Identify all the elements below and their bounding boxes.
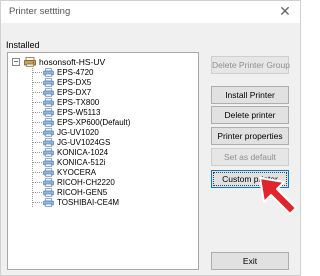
printer-icon (43, 147, 54, 157)
tree-item-printer[interactable]: EPS-W5113 (32, 107, 100, 117)
installed-label: Installed (6, 40, 40, 50)
printer-label: EPS-4720 (57, 67, 94, 77)
printer-label: KONICA-1024 (57, 147, 109, 157)
tree-item-printer[interactable]: EPS-4720 (32, 67, 93, 77)
printer-label: RICOH-GEN5 (57, 187, 108, 197)
printer-label: EPS-XP600(Default) (57, 117, 131, 127)
tree-item-printer[interactable]: TOSHIBAI-CE4M (32, 197, 119, 207)
printer-icon (43, 187, 54, 197)
printer-label: KONICA-512i (57, 157, 106, 167)
printer-icon (43, 137, 54, 147)
printer-tree[interactable]: − hosonsoft-HS-UV EPS-4720 EPS-DX5 EPS-D… (7, 52, 199, 270)
tree-item-printer[interactable]: JG-UV1024GS (32, 137, 110, 147)
printer-label: KYOCERA (57, 167, 97, 177)
tree-item-printer[interactable]: RICOH-CH2220 (32, 177, 115, 187)
printer-label: EPS-DX5 (57, 77, 92, 87)
printer-label: JG-UV1024GS (57, 137, 111, 147)
tree-item-printer[interactable]: RICOH-GEN5 (32, 187, 107, 197)
printer-icon (43, 127, 54, 137)
printer-label: EPS-TX800 (57, 97, 100, 107)
printer-icon (43, 77, 54, 87)
tree-item-printer[interactable]: KYOCERA (32, 167, 96, 177)
printer-icon (43, 197, 54, 207)
tree-root-printer-group[interactable]: − hosonsoft-HS-UV (12, 57, 105, 67)
printer-icon (43, 67, 54, 77)
printer-icon (43, 117, 54, 127)
printer-label: EPS-W5113 (57, 107, 101, 117)
tree-item-printer[interactable]: KONICA-512i (32, 157, 105, 167)
set-as-default-button[interactable]: Set as default (211, 148, 289, 166)
close-icon[interactable]: ✕ (276, 3, 294, 21)
collapse-icon[interactable]: − (12, 58, 20, 66)
printer-group-icon (24, 57, 36, 67)
tree-item-printer[interactable]: EPS-DX5 (32, 77, 91, 87)
printer-icon (43, 97, 54, 107)
delete-printer-group-button[interactable]: Delete Printer Group (211, 56, 290, 74)
printer-icon (43, 87, 54, 97)
printer-icon (43, 107, 54, 117)
printer-label: RICOH-CH2220 (57, 177, 115, 187)
window-title: Printer settting (9, 6, 71, 17)
install-printer-button[interactable]: Install Printer (211, 86, 289, 104)
printer-icon (43, 177, 54, 187)
tree-item-printer[interactable]: JG-UV1020 (32, 127, 99, 137)
printer-label: EPS-DX7 (57, 87, 92, 97)
tree-item-printer[interactable]: EPS-TX800 (32, 97, 99, 107)
printer-properties-button[interactable]: Printer properties (211, 127, 289, 145)
title-bar: Printer settting ✕ (1, 1, 300, 23)
tree-item-printer[interactable]: EPS-XP600(Default) (32, 117, 130, 127)
exit-button[interactable]: Exit (211, 252, 289, 270)
printer-label: JG-UV1020 (57, 127, 99, 137)
printer-icon (43, 167, 54, 177)
red-arrow-icon (259, 177, 297, 215)
tree-item-printer[interactable]: EPS-DX7 (32, 87, 91, 97)
delete-printer-button[interactable]: Delete printer (211, 106, 289, 124)
printer-icon (43, 157, 54, 167)
printer-label: TOSHIBAI-CE4M (57, 197, 120, 207)
tree-root-label: hosonsoft-HS-UV (39, 57, 106, 67)
tree-item-printer[interactable]: KONICA-1024 (32, 147, 108, 157)
